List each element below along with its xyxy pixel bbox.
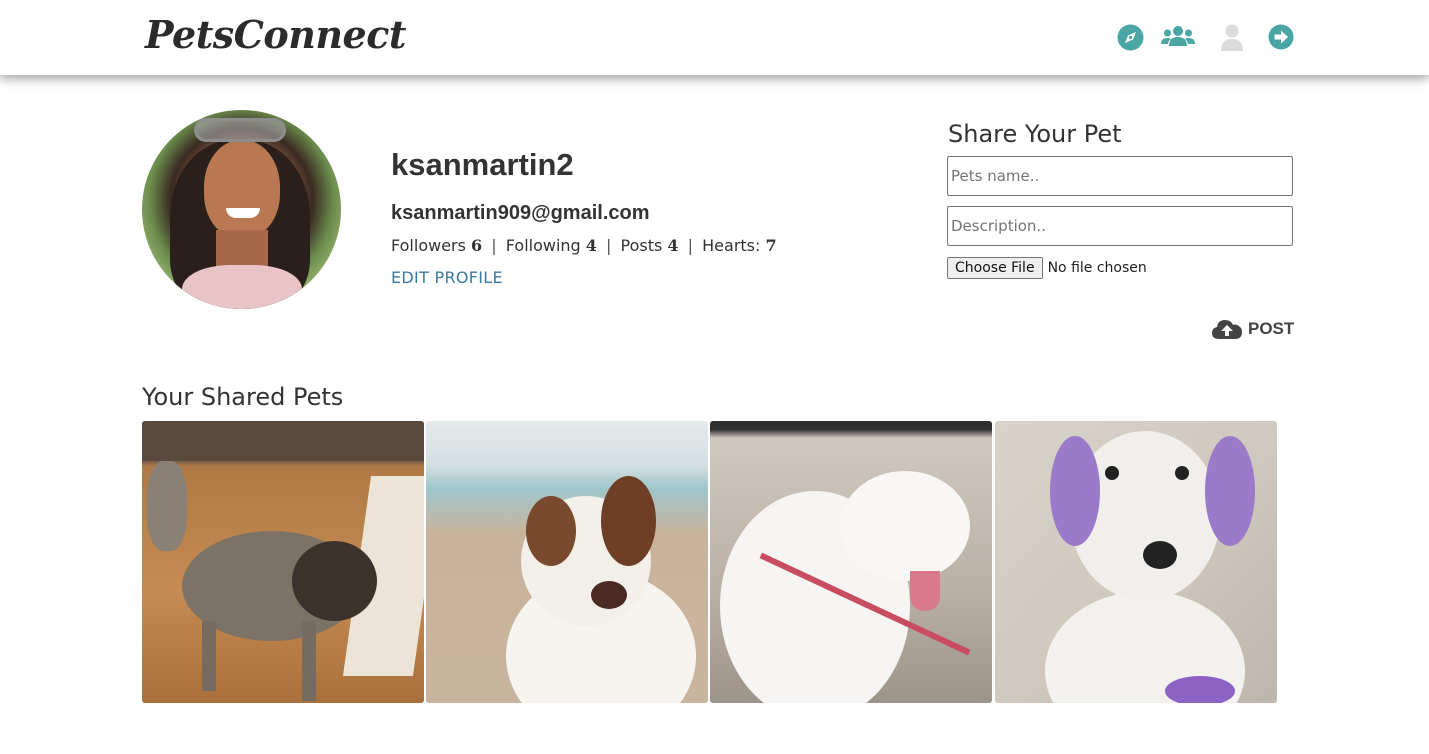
pet-description-input[interactable]	[947, 206, 1293, 246]
followers-label: Followers	[391, 236, 466, 255]
post-button[interactable]: POST	[1211, 318, 1294, 340]
hearts-label: Hearts:	[702, 236, 761, 255]
pet-photo-4[interactable]	[995, 421, 1277, 703]
hearts-count: 7	[765, 236, 777, 255]
stats-separator: |	[606, 236, 612, 255]
edit-profile-link[interactable]: EDIT PROFILE	[391, 268, 503, 287]
following-label: Following	[505, 236, 581, 255]
users-icon[interactable]	[1161, 24, 1195, 50]
pet-name-input[interactable]	[947, 156, 1293, 196]
pet-photo-1[interactable]	[142, 421, 424, 703]
file-upload-field: Choose File No file chosen	[947, 256, 1147, 280]
profile-avatar	[142, 110, 341, 309]
pet-photo-2[interactable]	[426, 421, 708, 703]
following-count: 4	[585, 236, 597, 255]
profile-stats: Followers 6 | Following 4 | Posts 4 | He…	[391, 236, 777, 255]
choose-file-button[interactable]: Choose File	[947, 257, 1043, 279]
shared-pets-title: Your Shared Pets	[142, 383, 344, 411]
file-status-text: No file chosen	[1047, 260, 1147, 276]
stats-separator: |	[687, 236, 694, 255]
cloud-upload-icon	[1212, 320, 1242, 339]
posts-count: 4	[667, 236, 679, 255]
user-icon[interactable]	[1221, 24, 1243, 51]
profile-username: ksanmartin2	[391, 147, 574, 182]
profile-email: ksanmartin909@gmail.com	[391, 202, 650, 224]
app-logo[interactable]: PetsConnect	[145, 12, 406, 57]
post-label: POST	[1248, 319, 1295, 338]
sign-out-icon[interactable]	[1268, 24, 1294, 50]
compass-icon[interactable]	[1117, 24, 1144, 51]
followers-count: 6	[471, 236, 483, 255]
top-navbar: PetsConnect	[0, 0, 1429, 75]
share-your-pet-title: Share Your Pet	[948, 120, 1122, 148]
stats-separator: |	[491, 236, 497, 255]
pet-photo-3[interactable]	[710, 421, 992, 703]
posts-label: Posts	[620, 236, 663, 255]
